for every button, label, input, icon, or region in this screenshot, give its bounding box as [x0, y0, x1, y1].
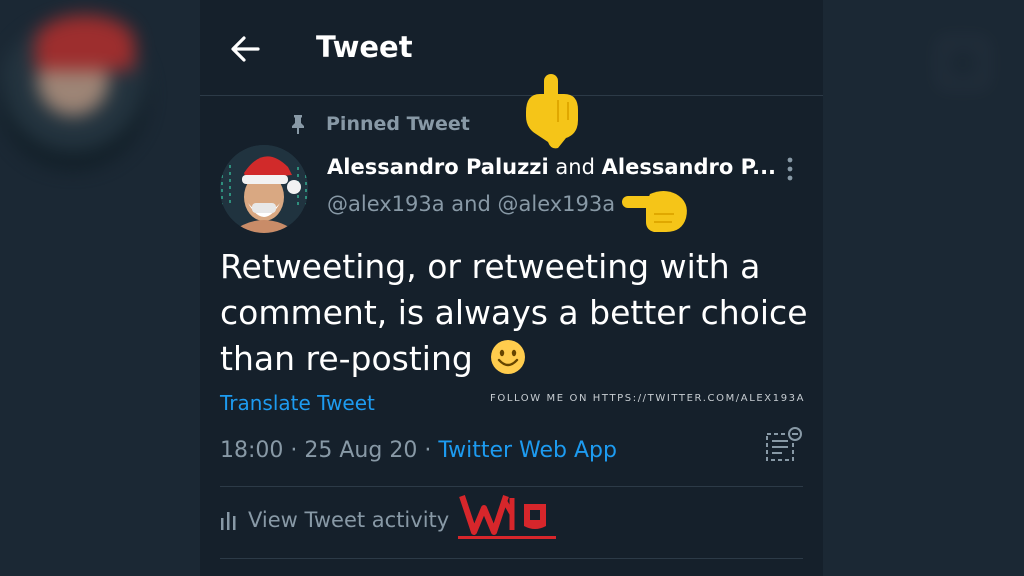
pointing-down-hand-icon — [526, 74, 578, 149]
pin-icon — [292, 115, 304, 134]
tweet-date[interactable]: 25 Aug 20 — [304, 438, 417, 463]
back-arrow-icon[interactable] — [228, 32, 262, 66]
author-name-2[interactable]: Alessandro P... — [602, 155, 776, 179]
page-title: Tweet — [316, 30, 413, 64]
tweet-text: Retweeting, or retweeting with a comment… — [220, 244, 810, 382]
view-tweet-activity[interactable]: View Tweet activity — [220, 508, 449, 532]
bars-icon — [221, 512, 236, 530]
avatar-image — [220, 145, 308, 233]
pointing-right-hand-icon — [622, 191, 687, 232]
translate-link[interactable]: Translate Tweet — [220, 391, 375, 415]
divider — [220, 486, 803, 487]
more-icon[interactable] — [784, 156, 796, 182]
tweet-meta: 18:00 · 25 Aug 20 · Twitter Web App — [220, 438, 617, 463]
watermark: FOLLOW ME ON HTTPS://TWITTER.COM/ALEX193… — [490, 393, 806, 404]
and-word: and — [555, 155, 595, 179]
blurred-icon — [940, 40, 986, 86]
wb-logo — [458, 495, 556, 539]
notes-icon — [766, 427, 802, 461]
blurred-hat — [35, 15, 135, 70]
pinned-indicator: Pinned Tweet — [288, 110, 470, 138]
meta-separator: · — [283, 438, 305, 463]
divider-bottom — [220, 558, 803, 559]
tweet-source[interactable]: Twitter Web App — [438, 438, 617, 463]
header: Tweet — [200, 0, 823, 96]
meta-separator-2: · — [417, 438, 439, 463]
author-name-1[interactable]: Alessandro Paluzzi — [327, 155, 549, 179]
activity-label: View Tweet activity — [248, 508, 450, 532]
smile-emoji — [491, 340, 526, 374]
author-handles[interactable]: @alex193a and @alex193a — [327, 192, 615, 216]
avatar[interactable] — [220, 145, 308, 233]
author-names[interactable]: Alessandro Paluzzi and Alessandro P... — [327, 155, 776, 179]
pinned-label: Pinned Tweet — [326, 113, 470, 135]
tweet-panel: Tweet Pinned Tweet Alessandro Paluzzi an… — [200, 0, 823, 576]
tweet-time[interactable]: 18:00 — [220, 438, 283, 463]
